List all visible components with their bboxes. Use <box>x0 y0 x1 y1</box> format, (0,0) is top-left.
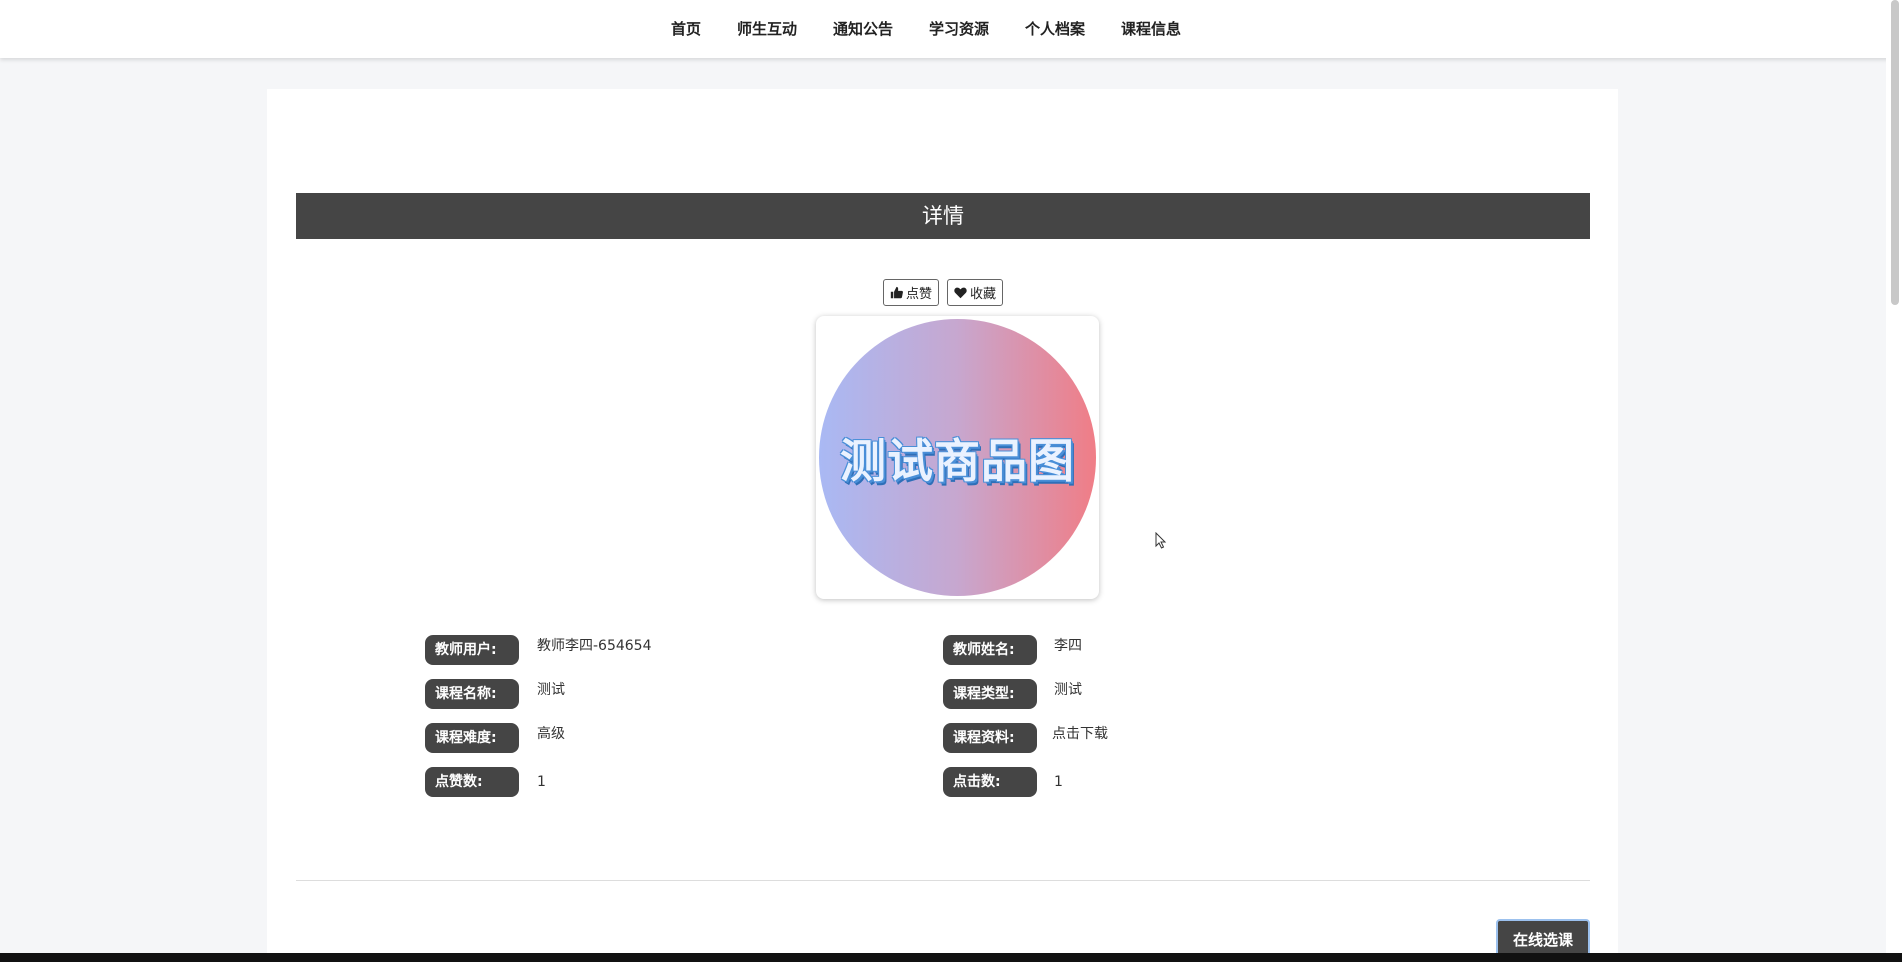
nav-item-profile[interactable]: 个人档案 <box>1007 0 1103 58</box>
thumbs-up-icon <box>890 286 903 299</box>
material-download-link[interactable]: 点击下载 <box>1052 724 1108 744</box>
clicks-value: 1 <box>1054 774 1063 790</box>
divider <box>296 880 1590 881</box>
teacher-user-value: 教师李四-654654 <box>537 638 652 654</box>
detail-title: 详情 <box>296 193 1590 239</box>
nav-item-interaction[interactable]: 师生互动 <box>719 0 815 58</box>
heart-icon <box>954 287 967 299</box>
course-name-value: 测试 <box>537 682 565 698</box>
like-label: 点赞 <box>906 287 933 302</box>
course-type-value: 测试 <box>1054 682 1082 698</box>
likes-value: 1 <box>537 774 546 790</box>
favorite-label: 收藏 <box>970 287 997 302</box>
difficulty-label: 课程难度: <box>425 723 519 753</box>
top-navigation: 首页 师生互动 通知公告 学习资源 个人档案 课程信息 <box>0 0 1902 58</box>
course-image: 测试商品图 <box>816 316 1099 599</box>
scrollbar-thumb[interactable] <box>1891 0 1899 305</box>
teacher-name-value: 李四 <box>1054 638 1082 654</box>
page-scrollbar[interactable] <box>1886 0 1902 962</box>
course-image-circle: 测试商品图 <box>819 319 1096 596</box>
nav-item-resources[interactable]: 学习资源 <box>911 0 1007 58</box>
nav-item-home[interactable]: 首页 <box>653 0 719 58</box>
material-label: 课程资料: <box>943 723 1037 753</box>
nav-menu: 首页 师生互动 通知公告 学习资源 个人档案 课程信息 <box>653 0 1199 58</box>
action-buttons: 点赞 收藏 <box>883 279 1004 306</box>
like-button[interactable]: 点赞 <box>883 279 940 306</box>
teacher-user-label: 教师用户: <box>425 635 519 665</box>
course-type-label: 课程类型: <box>943 679 1037 709</box>
detail-card: 详情 点赞 收藏 测试商品图 教师用户: 教师李四-654654 教师姓名: 李… <box>267 89 1618 962</box>
difficulty-value: 高级 <box>537 726 565 742</box>
nav-item-courses[interactable]: 课程信息 <box>1103 0 1199 58</box>
nav-item-notices[interactable]: 通知公告 <box>815 0 911 58</box>
favorite-button[interactable]: 收藏 <box>947 279 1004 306</box>
mouse-cursor-icon <box>1155 532 1167 549</box>
bottom-edge <box>0 953 1902 962</box>
clicks-label: 点击数: <box>943 767 1037 797</box>
likes-label: 点赞数: <box>425 767 519 797</box>
course-image-text: 测试商品图 <box>840 433 1075 488</box>
teacher-name-label: 教师姓名: <box>943 635 1037 665</box>
course-name-label: 课程名称: <box>425 679 519 709</box>
